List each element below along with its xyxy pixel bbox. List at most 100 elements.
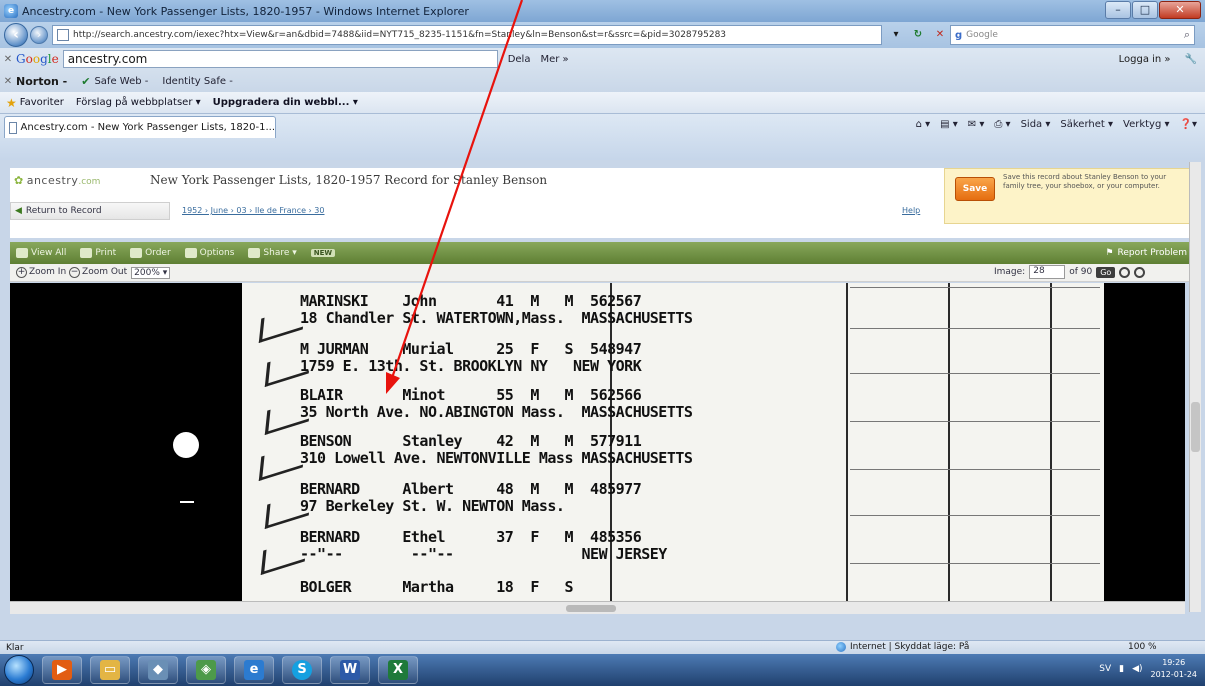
taskbar-explorer[interactable]: ▭ [90,656,130,684]
google-more-button[interactable]: Mer » [540,54,568,65]
volume-icon[interactable]: ◀) [1132,664,1142,674]
google-logo: Google [16,52,59,66]
google-sign-in-link[interactable]: Logga in » [1119,54,1171,65]
scroll-thumb[interactable] [1191,402,1200,452]
mail-icon[interactable]: ✉ ▾ [968,119,985,130]
breadcrumb[interactable]: 1952 › June › 03 › Ile de France › 30 [182,206,324,215]
identity-safe-menu[interactable]: Identity Safe - [162,76,232,87]
ruled-line [850,328,1100,329]
save-button[interactable]: Save [955,177,995,201]
norton-menu[interactable]: Norton - [16,75,67,88]
previous-image-icon[interactable] [1119,266,1131,278]
help-menu[interactable]: ❓▾ [1180,119,1197,130]
google-share-button[interactable]: Dela [508,54,531,65]
taskbar-excel[interactable]: X [378,656,418,684]
feeds-icon[interactable]: ▤ ▾ [940,119,958,130]
zoom-level-select[interactable]: 200% ▾ [131,266,171,279]
close-toolbar-icon[interactable]: ✕ [0,54,16,65]
tools-menu[interactable]: Verktyg ▾ [1123,119,1170,130]
close-button[interactable]: ✕ [1159,1,1201,19]
record-row-highlighted: BENSON Stanley 42 M M 577911 310 Lowell A… [300,432,693,467]
stop-icon[interactable]: ✕ [932,27,948,43]
safety-menu[interactable]: Säkerhet ▾ [1060,119,1113,130]
safe-web-check-icon: ✔ [81,74,91,88]
vertical-scrollbar[interactable] [1189,162,1201,612]
window-title-bar[interactable]: e Ancestry.com - New York Passenger List… [0,0,1205,22]
start-button[interactable] [4,655,34,685]
ruled-line [850,373,1100,374]
zoom-out-button[interactable]: − Zoom Out [69,267,127,278]
report-problem-link[interactable]: ⚑ Report Problem [1105,248,1187,258]
favorites-button[interactable]: Favoriter [20,97,64,108]
ancestry-logo[interactable]: ✿ ancestry.com [14,174,100,187]
forward-button[interactable]: › [30,26,48,44]
google-search-input[interactable]: ancestry.com [62,50,498,68]
taskbar-skype[interactable]: S [282,656,322,684]
command-bar: ⌂ ▾ ▤ ▾ ✉ ▾ ⎙ ▾ Sida ▾ Säkerhet ▾ Verkty… [916,119,1197,130]
url-text: http://search.ancestry.com/iexec?htx=Vie… [73,30,727,40]
print-icon[interactable]: ⎙ ▾ [994,119,1010,130]
wrench-icon[interactable]: 🔧 [1185,54,1197,65]
address-tools: ▾ ↻ ✕ [888,27,948,43]
zoom-in-button[interactable]: + Zoom In [16,267,66,278]
help-link[interactable]: Help [902,206,920,215]
taskbar-app-4[interactable]: ◈ [186,656,226,684]
share-icon [248,248,261,258]
dropdown-arrow-icon[interactable]: ▾ [888,27,904,43]
plus-icon: + [16,267,27,278]
back-button[interactable]: ‹ [4,23,28,47]
next-image-icon[interactable] [1134,266,1146,278]
order-button[interactable]: Order [130,248,171,258]
status-bar: Klar Internet | Skyddat läge: På 100 % [0,640,1205,654]
search-icon[interactable]: ⌕ [1184,28,1190,42]
refresh-icon[interactable]: ↻ [910,27,926,43]
safe-web-menu[interactable]: Safe Web - [94,76,148,87]
record-row: BERNARD Ethel 37 F M 485356 --"-- --"-- N… [300,528,667,563]
options-button[interactable]: Options [184,248,234,258]
ruled-line [850,421,1100,422]
toolbars: ✕ Google ancestry.com Dela Mer » Logga i… [0,48,1205,92]
page-title: New York Passenger Lists, 1820-1957 Reco… [150,173,548,187]
google-icon: g [955,29,963,41]
close-norton-icon[interactable]: ✕ [0,76,16,87]
taskbar-word[interactable]: W [330,656,370,684]
new-badge: NEW [310,249,336,257]
page-menu[interactable]: Sida ▾ [1021,119,1051,130]
horizontal-scrollbar[interactable] [10,601,1185,614]
taskbar-app-3[interactable]: ◆ [138,656,178,684]
search-input[interactable]: g Google ⌕ [950,25,1195,45]
window-title: Ancestry.com - New York Passenger Lists,… [22,4,469,18]
taskbar-media-player[interactable]: ▶ [42,656,82,684]
tab-row: Ancestry.com - New York Passenger Lists,… [0,114,1205,160]
go-button[interactable]: Go [1096,266,1116,278]
column-divider [846,283,848,601]
tab-ancestry[interactable]: Ancestry.com - New York Passenger Lists,… [4,116,276,138]
upgrade-browser-link[interactable]: Uppgradera din webbl... ▾ [213,97,358,108]
language-indicator[interactable]: SV [1099,664,1111,674]
ruled-line [850,287,1100,288]
zoom-level[interactable]: 100 % [1128,642,1157,652]
clock[interactable]: 19:26 2012-01-24 [1151,657,1198,681]
system-tray: SV ▮ ◀) 19:26 2012-01-24 [1099,657,1197,681]
network-icon[interactable]: ▮ [1119,664,1124,674]
maximize-button[interactable]: □ [1132,1,1158,19]
document-image-viewer[interactable]: MARINSKI John 41 M M 562567 18 Chandler S… [10,283,1185,601]
view-all-button[interactable]: View All [16,248,66,258]
home-icon[interactable]: ⌂ ▾ [916,119,931,130]
address-bar[interactable]: http://search.ancestry.com/iexec?htx=Vie… [52,25,882,45]
return-to-record-button[interactable]: ◀ Return to Record [10,202,170,220]
margin-mark [180,501,194,503]
suggested-sites-link[interactable]: Förslag på webbplatser ▾ [76,97,201,108]
cart-icon [130,248,143,258]
minimize-button[interactable]: – [1105,1,1131,19]
taskbar-internet-explorer[interactable]: e [234,656,274,684]
security-zone[interactable]: Internet | Skyddat läge: På [836,642,969,652]
taskbar: ▶ ▭ ◆ ◈ e S W X SV ▮ ◀) 19:26 2012-01-24 [0,654,1205,686]
print-button[interactable]: Print [80,248,116,258]
share-button[interactable]: Share ▾ [248,248,297,258]
ie-app-icon: e [4,4,18,18]
image-number-input[interactable]: 28 [1029,265,1066,279]
scroll-thumb[interactable] [566,605,616,612]
image-label: Image: [994,267,1026,277]
column-divider [948,283,950,601]
